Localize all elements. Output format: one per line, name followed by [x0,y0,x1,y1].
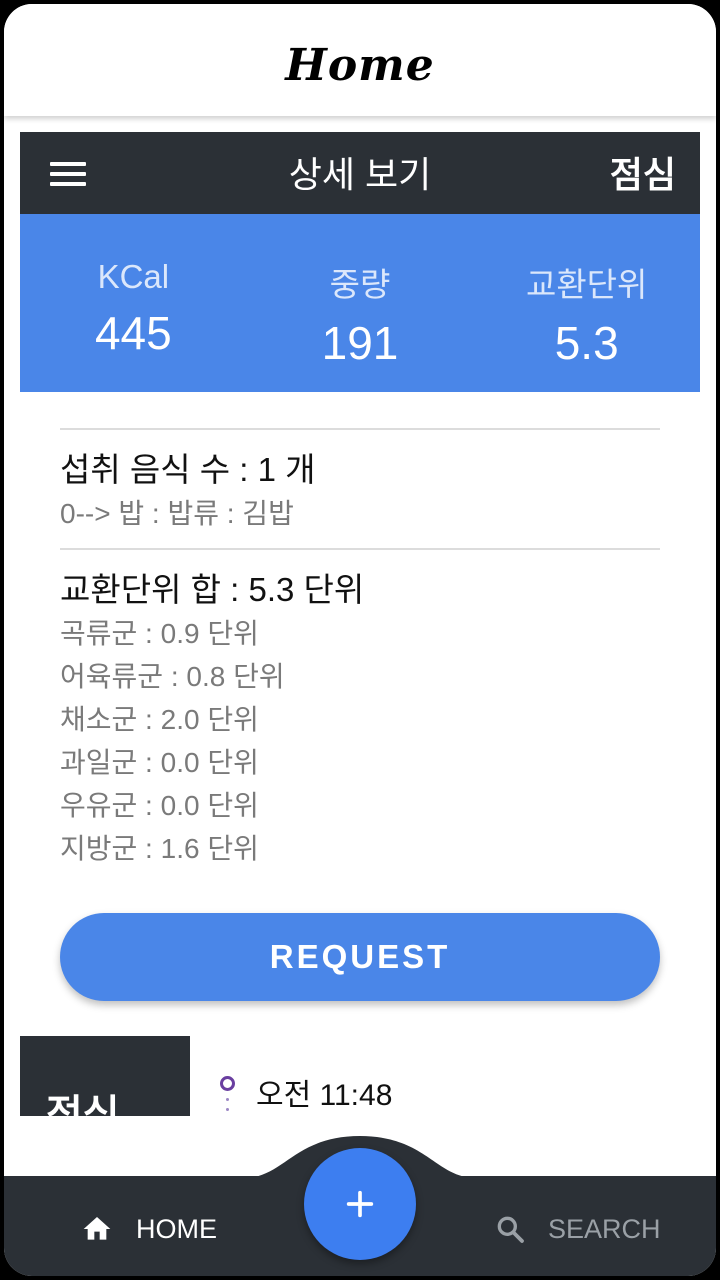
unit-group-row: 어육류군 : 0.8 단위 [60,661,285,692]
food-item: 0--> 밥 : 밥류 : 김밥 [60,498,294,529]
stat-label: 교환단위 [525,266,648,303]
stat-exchange-units: 교환단위 5.3 [473,214,700,392]
divider [60,548,660,550]
stat-value: 5.3 [554,317,619,369]
timeline-connector [226,1108,229,1111]
nav-search-label: SEARCH [548,1213,661,1244]
timeline-meal-label: 점심 [46,1093,120,1116]
timeline-dot-icon [220,1076,235,1091]
nav-home[interactable]: HOME [80,1204,217,1254]
units-total: 교환단위 합 : 5.3 단위 [60,571,365,608]
timeline-time: 오전 11:48 [256,1079,393,1112]
home-icon [83,1217,111,1240]
stat-value: 445 [94,307,172,359]
stat-weight: 중량 191 [247,214,474,392]
app-bar: Home [4,4,716,116]
unit-group-row: 우유군 : 0.0 단위 [60,790,259,821]
detail-title: 상세 보기 [288,154,432,195]
nutrition-stats: KCal 445 중량 191 교환단위 5.3 [20,214,700,392]
meal-type-label: 점심 [609,154,676,195]
stat-label: 중량 [329,266,391,303]
add-button[interactable] [304,1148,416,1260]
divider [60,428,660,430]
nav-home-label: HOME [136,1213,217,1244]
request-button[interactable]: REQUEST [60,913,660,1001]
page-title: Home [285,39,435,91]
plus-icon [346,1190,374,1218]
unit-group-row: 곡류군 : 0.9 단위 [60,618,259,649]
unit-group-row: 채소군 : 2.0 단위 [60,704,259,735]
unit-group-row: 지방군 : 1.6 단위 [60,833,259,864]
unit-group-row: 과일군 : 0.0 단위 [60,747,259,778]
detail-header: 상세 보기 점심 [20,132,700,214]
stat-value: 191 [321,317,399,369]
search-icon [497,1216,524,1243]
stat-kcal: KCal 445 [20,214,247,392]
timeline-meal-tile[interactable]: 점심 [20,1036,190,1116]
nav-search[interactable]: SEARCH [494,1204,661,1254]
timeline-connector [226,1098,229,1101]
exchange-units-summary: 교환단위 합 : 5.3 단위 곡류군 : 0.9 단위 어육류군 : 0.8 … [60,568,364,870]
food-count: 섭취 음식 수 : 1 개 [60,451,316,488]
app-frame: Home 상세 보기 점심 KCal 445 중량 191 교환단위 5.3 섭… [4,4,716,1276]
stat-label: KCal [97,258,170,295]
food-summary: 섭취 음식 수 : 1 개 0--> 밥 : 밥류 : 김밥 [60,448,316,535]
